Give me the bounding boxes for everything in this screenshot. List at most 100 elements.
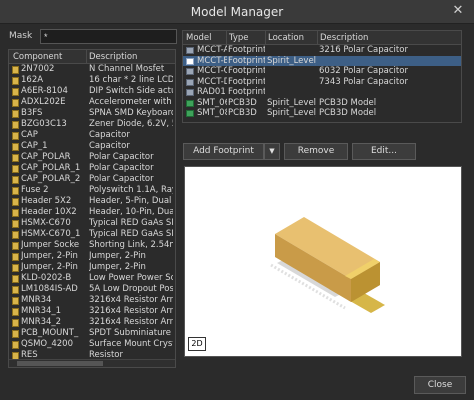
add-model-dropdown-button[interactable]: ▼ <box>264 143 280 160</box>
view-mode-badge[interactable]: 2D <box>188 337 206 351</box>
component-description: Jumper, 2-Pin <box>89 251 146 261</box>
model-row[interactable]: SMT_060PCB3D Spirit_Level_3IPCB3D Model <box>183 98 461 109</box>
component-name: 162A <box>21 75 44 85</box>
model-location: Spirit_Level_3I <box>267 97 316 108</box>
column-divider[interactable] <box>226 31 227 45</box>
component-description: Jumper, 2-Pin <box>89 262 146 272</box>
component-description: Header, 10-Pin, Dual r <box>89 207 173 217</box>
component-name: HSMX-C670_1 <box>21 229 81 239</box>
component-description: Typical RED GaAs SMD <box>89 218 173 228</box>
footprint-icon <box>186 89 194 96</box>
model-list-header: Model Type Location Description <box>183 31 461 45</box>
component-row[interactable]: MNR34_2 3216x4 Resistor Array <box>9 317 175 328</box>
component-row[interactable]: Jumper, 2-Pin Jumper, 2-Pin <box>9 262 175 273</box>
horizontal-scrollbar[interactable] <box>9 359 175 367</box>
model-description: PCB3D Model <box>319 97 377 108</box>
close-button[interactable]: Close <box>414 376 466 394</box>
component-row[interactable]: LM1084IS-AD 5A Low Dropout Posit <box>9 284 175 295</box>
component-row[interactable]: Header 10X2 Header, 10-Pin, Dual r <box>9 207 175 218</box>
component-description: 3216x4 Resistor Array <box>89 295 173 305</box>
component-icon <box>12 341 19 349</box>
component-row[interactable]: HSMX-C670 Typical RED GaAs SMD <box>9 218 175 229</box>
component-icon <box>12 88 19 96</box>
column-header-description[interactable]: Description <box>320 33 368 43</box>
component-icon <box>12 330 19 338</box>
component-row[interactable]: CAP_POLAR_1 Polar Capacitor <box>9 163 175 174</box>
model-row[interactable]: MCCT-A Footprint 3216 Polar Capacitor <box>183 45 461 56</box>
model-row[interactable]: RAD01 Footprint <box>183 87 461 98</box>
model-name: MCCT-C <box>197 66 227 76</box>
footprint-icon <box>186 47 194 54</box>
model-preview[interactable] <box>184 166 462 357</box>
column-divider[interactable] <box>265 31 266 45</box>
model-description: 7343 Polar Capacitor <box>319 76 408 87</box>
model-name: MCCT-A <box>197 45 227 55</box>
model-row[interactable]: MCCT-C Footprint 6032 Polar Capacitor <box>183 66 461 77</box>
component-row[interactable]: CAP_POLAR_2 Polar Capacitor <box>9 174 175 185</box>
component-row[interactable]: MNR34 3216x4 Resistor Array <box>9 295 175 306</box>
component-description: N Channel Mosfet <box>89 64 165 74</box>
close-icon[interactable]: ✕ <box>450 3 466 19</box>
pcb3d-model-icon <box>186 99 194 107</box>
component-row[interactable]: Jumper, 2-Pin Jumper, 2-Pin <box>9 251 175 262</box>
scrollbar-thumb[interactable] <box>17 361 103 366</box>
component-description: Shorting Link, 2.54mm <box>89 240 173 250</box>
component-row[interactable]: 162A 16 char * 2 line LCD ch <box>9 75 175 86</box>
column-header-description[interactable]: Description <box>89 52 137 62</box>
close-label: Close <box>427 380 453 390</box>
component-row[interactable]: CAP_POLAR Polar Capacitor <box>9 152 175 163</box>
component-icon <box>12 176 19 184</box>
component-name: Header 10X2 <box>21 207 77 217</box>
component-row[interactable]: HSMX-C670_1 Typical RED GaAs SMD <box>9 229 175 240</box>
model-name: SMT_080 <box>197 108 227 118</box>
component-name: CAP_POLAR <box>21 152 71 162</box>
model-type: Footprint <box>228 66 265 76</box>
column-header-location[interactable]: Location <box>268 33 304 43</box>
model-row[interactable]: MCCT-BFootprintSpirit_Level_Pr <box>183 55 461 66</box>
component-row[interactable]: Header 5X2 Header, 5-Pin, Dual ro <box>9 196 175 207</box>
column-divider[interactable] <box>317 31 318 45</box>
component-description: Polar Capacitor <box>89 152 154 162</box>
component-row[interactable]: BZG03C13 Zener Diode, 6.2V, 5V <box>9 119 175 130</box>
component-icon <box>12 110 19 118</box>
component-row[interactable]: PCB_MOUNT_ SPDT Subminiature To <box>9 328 175 339</box>
component-description: 5A Low Dropout Posit <box>89 284 173 294</box>
component-row[interactable]: CAP Capacitor <box>9 130 175 141</box>
component-description: Typical RED GaAs SMD <box>89 229 173 239</box>
component-row[interactable]: Fuse 2 Polyswitch 1.1A, Raych <box>9 185 175 196</box>
add-footprint-button[interactable]: Add Footprint <box>183 143 264 160</box>
component-name: ADXL202E <box>21 97 66 107</box>
footprint-icon <box>186 68 194 75</box>
component-icon <box>12 209 19 217</box>
remove-button[interactable]: Remove <box>284 143 348 160</box>
column-header-component[interactable]: Component <box>13 52 62 62</box>
column-header-type[interactable]: Type <box>229 33 249 43</box>
component-description: SPDT Subminiature To <box>89 328 173 338</box>
edit-button[interactable]: Edit... <box>352 143 416 160</box>
component-row[interactable]: A6ER-8104 DIP Switch Side actua <box>9 86 175 97</box>
model-name: SMT_060 <box>197 97 227 108</box>
column-header-model[interactable]: Model <box>186 33 212 43</box>
component-row[interactable]: KLD-0202-B Low Power Power Soc <box>9 273 175 284</box>
model-type: Footprint <box>228 45 265 55</box>
component-description: Capacitor <box>89 130 130 140</box>
component-list-header: Component Description <box>9 50 175 64</box>
component-row[interactable]: MNR34_1 3216x4 Resistor Array <box>9 306 175 317</box>
footprint-icon <box>186 57 194 65</box>
component-row[interactable]: ADXL202E Accelerometer with D <box>9 97 175 108</box>
model-row[interactable]: MCCT-D Footprint 7343 Polar Capacitor <box>183 77 461 88</box>
column-divider[interactable] <box>86 50 87 64</box>
component-name: 2N7002 <box>21 64 55 74</box>
component-row[interactable]: Jumper Socke Shorting Link, 2.54mm <box>9 240 175 251</box>
mask-input[interactable] <box>40 29 177 44</box>
component-icon <box>12 198 19 206</box>
component-row[interactable]: 2N7002 N Channel Mosfet <box>9 64 175 75</box>
component-description: Accelerometer with D <box>89 97 173 107</box>
component-row[interactable]: B3FS SPNA SMD Keyboard S <box>9 108 175 119</box>
component-row[interactable]: CAP_1 Capacitor <box>9 141 175 152</box>
component-icon <box>12 77 19 85</box>
chevron-down-icon: ▼ <box>269 147 275 155</box>
component-name: HSMX-C670 <box>21 218 71 228</box>
component-row[interactable]: QSMO_4200 Surface Mount Crysta <box>9 339 175 350</box>
model-row[interactable]: SMT_080PCB3D Spirit_Level_3IPCB3D Model <box>183 108 461 119</box>
